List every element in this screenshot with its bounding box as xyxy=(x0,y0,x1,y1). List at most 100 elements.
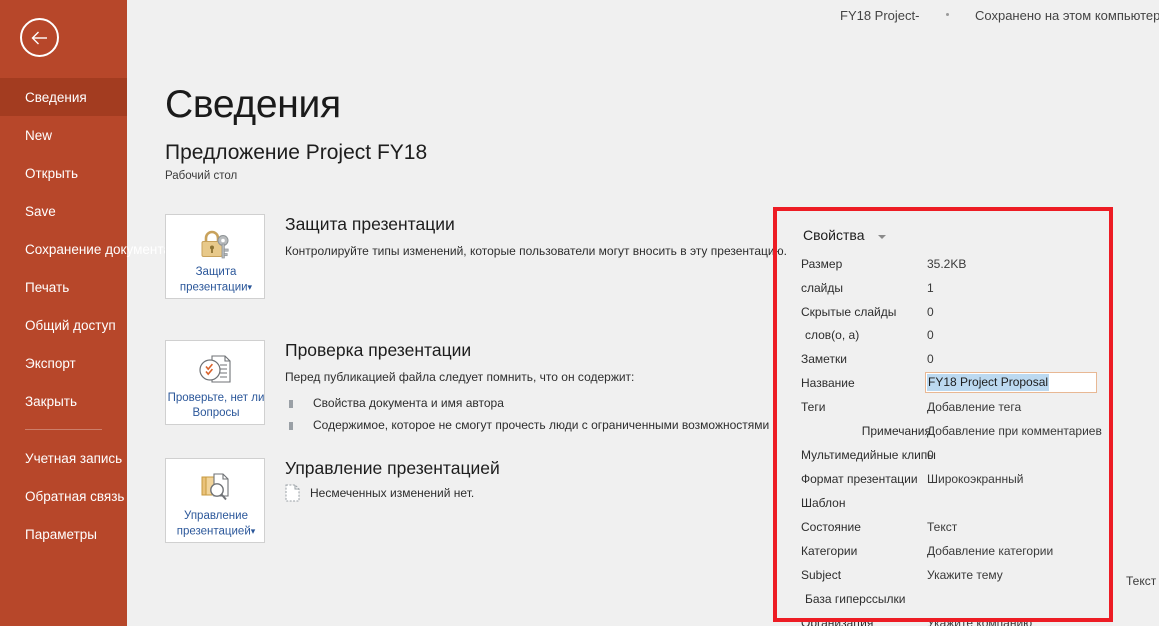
property-row: Шаблон xyxy=(779,496,1107,520)
properties-panel: Свойства Размер 35.2KB слайды 1 Скрытые … xyxy=(779,213,1107,626)
button-label-line2: Вопросы xyxy=(192,407,240,419)
manage-versions-icon xyxy=(166,467,266,509)
button-label-line2: презентации xyxy=(179,281,248,294)
document-path[interactable]: Рабочий стол xyxy=(165,170,237,182)
property-value: 1 xyxy=(927,281,934,295)
separator-dot-icon xyxy=(946,13,949,16)
property-row: Формат презентации Широкоэкранный xyxy=(779,472,1107,496)
property-key: Примечания xyxy=(861,424,931,438)
property-key: Формат презентации xyxy=(801,472,918,486)
list-item: Содержимое, которое не смогут прочесть л… xyxy=(285,414,769,436)
file-name-label: FY18 Project- xyxy=(840,8,920,23)
sidebar-item-account[interactable]: Учетная запись xyxy=(0,439,127,477)
property-value: 0 xyxy=(927,305,934,319)
property-row: База гиперссылки xyxy=(779,592,1107,616)
property-key: Заметки xyxy=(801,352,847,366)
sidebar-item-label: Общий доступ xyxy=(25,317,116,333)
property-key: Мультимедийные клипы xyxy=(801,448,936,462)
sidebar-item-save[interactable]: Save xyxy=(0,192,127,230)
sidebar-item-export[interactable]: Экспорт xyxy=(0,344,127,382)
sidebar-item-info[interactable]: Сведения xyxy=(0,78,127,116)
property-key: Шаблон xyxy=(801,496,846,510)
chevron-down-icon: ▾ xyxy=(247,282,253,292)
property-key: Категории xyxy=(801,544,858,558)
chevron-down-icon: ▾ xyxy=(250,526,256,536)
sidebar-item-label: New xyxy=(25,127,53,143)
property-key: Subject xyxy=(801,568,842,582)
sidebar-item-label: Параметры xyxy=(25,526,97,542)
sidebar-item-label: Печать xyxy=(25,279,70,295)
list-item: Свойства документа и имя автора xyxy=(285,392,769,414)
back-arrow-icon xyxy=(31,31,47,44)
chevron-down-icon[interactable] xyxy=(878,235,886,239)
section-heading: Управление презентацией xyxy=(285,458,500,478)
powerpoint-backstage-info: Сведения New Открыть Save Сохранение док… xyxy=(0,0,1159,626)
sidebar-item-label: Обратная связь xyxy=(25,488,125,504)
button-label-line2: презентацией xyxy=(176,525,251,538)
page-title: Сведения xyxy=(165,83,341,126)
property-value: 35.2KB xyxy=(927,257,967,271)
lock-key-icon xyxy=(166,223,266,265)
sidebar-item-open[interactable]: Открыть xyxy=(0,154,127,192)
protect-presentation-label: Защита презентации▾ xyxy=(154,265,278,296)
backstage-sidebar: Сведения New Открыть Save Сохранение док… xyxy=(0,0,171,626)
section-heading: Проверка презентации xyxy=(285,340,472,360)
note-text: Несмеченных изменений нет. xyxy=(310,486,475,500)
property-value[interactable]: Добавление при комментариев xyxy=(927,424,1102,438)
title-bar: FY18 Project- Сохранено на этом компьюте… xyxy=(127,0,1159,33)
manage-presentation-button[interactable]: Управление презентацией▾ xyxy=(165,458,265,543)
property-row: Примечания Добавление при комментариев xyxy=(779,424,1107,448)
property-key: Организация xyxy=(801,616,874,626)
property-key: Размер xyxy=(801,257,843,271)
sidebar-item-label: Сведения xyxy=(25,89,87,105)
sidebar-nav: Сведения New Открыть Save Сохранение док… xyxy=(0,78,171,553)
property-key: База гиперссылки xyxy=(805,592,906,606)
property-value: 0 xyxy=(927,352,934,366)
property-value[interactable]: Добавление категории xyxy=(927,544,1053,558)
section-description: Контролируйте типы изменений, которые по… xyxy=(285,244,787,258)
sidebar-item-save-as[interactable]: Сохранение документа xyxy=(0,230,171,268)
property-row: слайды 1 xyxy=(779,281,1107,305)
property-row: слов(о, а) 0 xyxy=(779,328,1107,352)
sidebar-item-share[interactable]: Общий доступ xyxy=(0,306,127,344)
property-value[interactable]: Укажите тему xyxy=(927,568,1003,582)
property-row: Мультимедийные клипы 0 xyxy=(779,448,1107,472)
overflow-edge-text: Текст xyxy=(1126,574,1157,588)
property-value: Широкоэкранный xyxy=(927,472,1024,486)
sidebar-item-feedback[interactable]: Обратная связь xyxy=(0,477,127,515)
property-key: Состояние xyxy=(801,520,861,534)
property-value: 0 xyxy=(927,448,934,462)
property-row: Состояние Текст xyxy=(779,520,1107,544)
back-button[interactable] xyxy=(20,18,59,57)
sidebar-item-close[interactable]: Закрыть xyxy=(0,382,127,420)
property-value[interactable]: Добавление тега xyxy=(927,400,1021,414)
button-label-line1: Защита xyxy=(195,266,237,278)
sidebar-item-label: Открыть xyxy=(25,165,79,181)
property-value[interactable]: Текст xyxy=(927,520,957,534)
sidebar-item-print[interactable]: Печать xyxy=(0,268,127,306)
document-icon xyxy=(285,484,300,502)
check-for-issues-button[interactable]: Проверьте, нет ли Вопросы xyxy=(165,340,265,425)
sidebar-item-label: Экспорт xyxy=(25,355,76,371)
button-label-line1: Управление xyxy=(184,510,248,522)
sidebar-item-label: Закрыть xyxy=(25,393,77,409)
property-row: Subject Укажите тему xyxy=(779,568,1107,592)
title-input[interactable] xyxy=(925,372,1097,393)
section-heading: Защита презентации xyxy=(285,214,455,234)
properties-title: Свойства xyxy=(803,227,865,243)
sidebar-item-new[interactable]: New xyxy=(0,116,127,154)
property-key: Название xyxy=(801,376,855,390)
property-row: Скрытые слайды 0 xyxy=(779,305,1107,329)
save-status-label: Сохранено на этом компьютере xyxy=(975,8,1159,23)
inspect-document-icon xyxy=(166,349,266,391)
property-value: 0 xyxy=(927,328,934,342)
section-description: Перед публикацией файла следует помнить,… xyxy=(285,370,635,384)
property-row: Организация Укажите компанию xyxy=(779,616,1107,626)
property-row-title: Название FY18 Project Proposal xyxy=(779,372,1107,400)
protect-presentation-button[interactable]: Защита презентации▾ xyxy=(165,214,265,299)
sidebar-item-options[interactable]: Параметры xyxy=(0,515,127,553)
sidebar-item-label: Save xyxy=(25,203,56,219)
property-key: слов(о, а) xyxy=(805,328,860,342)
property-key: Теги xyxy=(801,400,826,414)
property-value[interactable]: Укажите компанию xyxy=(927,616,1032,626)
